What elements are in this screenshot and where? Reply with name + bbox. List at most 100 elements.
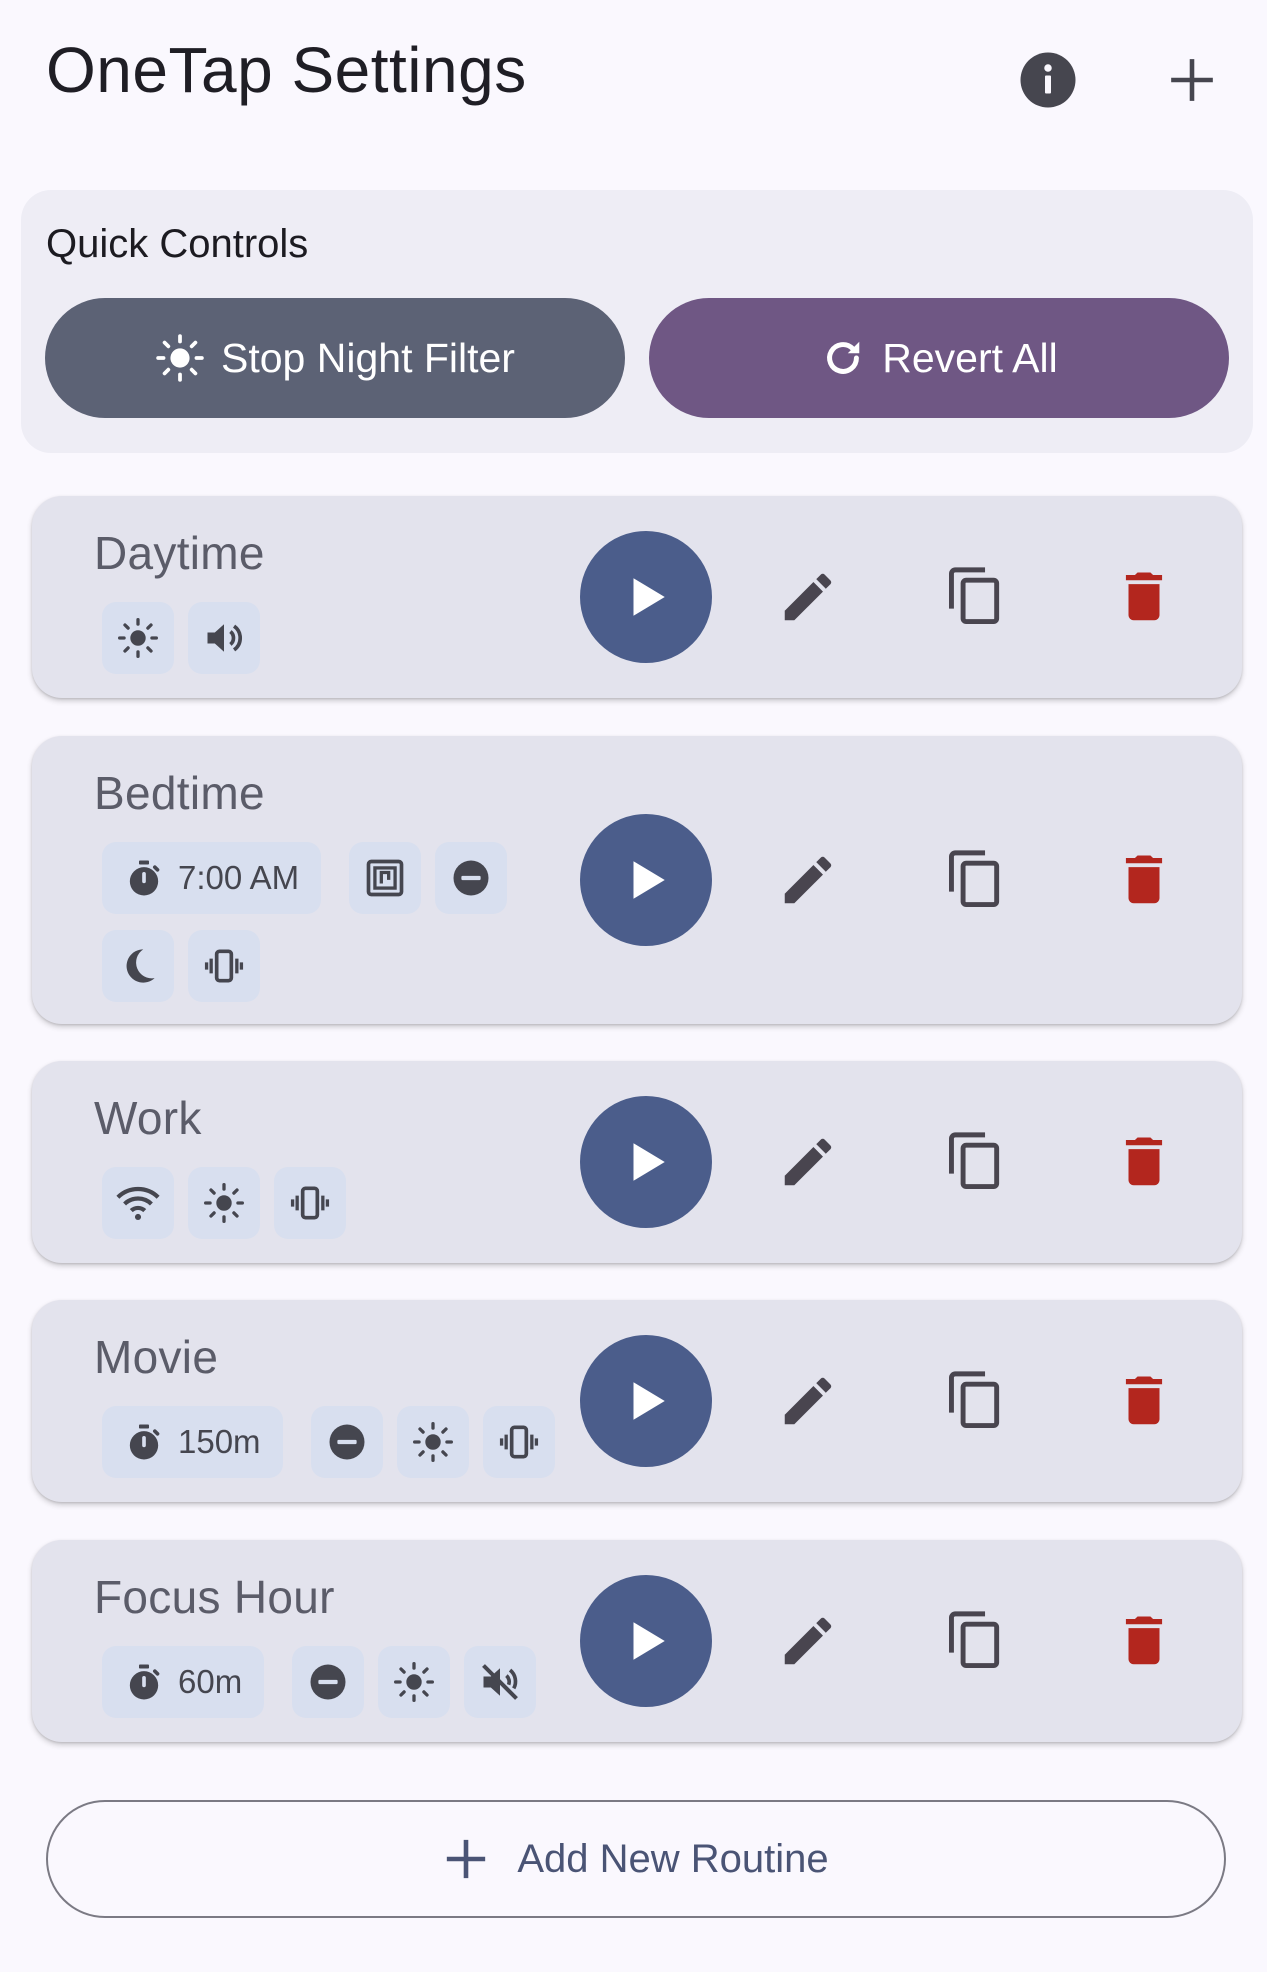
run-routine-button[interactable] <box>580 1575 712 1707</box>
action-chip <box>464 1646 537 1718</box>
run-routine-button[interactable] <box>580 531 712 663</box>
routine-card: Bedtime 7:00 AM <box>32 736 1242 1024</box>
timer-icon <box>124 858 164 898</box>
run-routine-button[interactable] <box>580 814 712 946</box>
pencil-icon <box>784 1617 832 1665</box>
edit-routine-button[interactable] <box>758 547 858 647</box>
duplicate-routine-button[interactable] <box>926 830 1026 930</box>
stop-night-filter-button[interactable]: Stop Night Filter <box>45 298 625 418</box>
wifi-icon <box>115 1180 161 1226</box>
stop-night-filter-label: Stop Night Filter <box>221 334 515 381</box>
revert-all-button[interactable]: Revert All <box>649 298 1229 418</box>
vibrate-icon <box>497 1420 541 1464</box>
add-new-routine-button[interactable]: Add New Routine <box>46 1800 1226 1918</box>
trash-icon <box>1125 1137 1163 1186</box>
edit-routine-button[interactable] <box>758 1112 858 1212</box>
duplicate-routine-button[interactable] <box>926 547 1026 647</box>
routine-card: Focus Hour 60m <box>32 1540 1242 1742</box>
pencil-icon <box>784 1138 832 1186</box>
plus-icon <box>447 1839 486 1879</box>
info-button[interactable] <box>998 30 1098 130</box>
action-chip <box>349 842 422 914</box>
revert-all-label: Revert All <box>882 334 1058 381</box>
delete-routine-button[interactable] <box>1094 1112 1194 1212</box>
routine-action-chips: 150m <box>102 1406 562 1478</box>
brightness-icon <box>202 1181 246 1225</box>
routine-action-chips <box>102 602 562 674</box>
action-chip: 60m <box>102 1646 265 1718</box>
delete-routine-button[interactable] <box>1094 830 1194 930</box>
duplicate-routine-button[interactable] <box>926 1591 1026 1691</box>
add-routine-header-button[interactable] <box>1142 30 1242 130</box>
delete-routine-button[interactable] <box>1094 547 1194 647</box>
routine-name: Focus Hour <box>94 1571 335 1623</box>
pencil-icon <box>784 1377 832 1425</box>
edit-routine-button[interactable] <box>758 1591 858 1691</box>
copy-icon <box>949 1371 1000 1428</box>
edit-routine-button[interactable] <box>758 1351 858 1451</box>
do-not-disturb-icon <box>450 857 492 899</box>
action-chip <box>435 842 508 914</box>
routine-card: Daytime <box>32 496 1242 698</box>
brightness-icon <box>392 1660 436 1704</box>
action-chip <box>102 930 174 1002</box>
action-chip <box>188 1167 260 1239</box>
duplicate-routine-button[interactable] <box>926 1351 1026 1451</box>
routine-card: Movie 150m <box>32 1300 1242 1502</box>
brightness-icon <box>411 1420 455 1464</box>
action-chip <box>188 930 260 1002</box>
routine-name: Movie <box>94 1331 219 1383</box>
info-icon <box>1020 52 1076 108</box>
play-icon <box>633 578 665 616</box>
action-chip <box>292 1646 365 1718</box>
brightness-icon <box>156 334 204 382</box>
do-not-disturb-icon <box>326 1421 368 1463</box>
routine-name: Daytime <box>94 527 265 579</box>
nfc-icon <box>363 856 407 900</box>
pencil-icon <box>784 573 832 621</box>
routine-name: Work <box>94 1092 202 1144</box>
do-not-disturb-icon <box>307 1661 349 1703</box>
action-chip <box>102 1167 174 1239</box>
copy-icon <box>949 1132 1000 1189</box>
action-chip <box>310 1406 383 1478</box>
action-chip <box>482 1406 555 1478</box>
run-routine-button[interactable] <box>580 1335 712 1467</box>
routine-name: Bedtime <box>94 767 265 819</box>
action-chip <box>378 1646 451 1718</box>
routine-action-chips: 7:00 AM <box>102 842 562 1002</box>
copy-icon <box>949 850 1000 907</box>
delete-routine-button[interactable] <box>1094 1591 1194 1691</box>
plus-icon <box>1171 59 1213 101</box>
routine-action-chips <box>102 1167 562 1239</box>
duplicate-routine-button[interactable] <box>926 1112 1026 1212</box>
play-icon <box>633 1382 665 1420</box>
trash-icon <box>1125 855 1163 904</box>
copy-icon <box>949 1611 1000 1668</box>
copy-icon <box>949 567 1000 624</box>
delete-routine-button[interactable] <box>1094 1351 1194 1451</box>
play-icon <box>633 861 665 899</box>
chip-label: 150m <box>178 1423 261 1460</box>
dark-mode-icon <box>117 945 159 987</box>
chip-label: 7:00 AM <box>178 859 300 896</box>
mute-icon <box>478 1660 522 1704</box>
action-chip <box>102 602 174 674</box>
add-new-routine-label: Add New Routine <box>517 1836 829 1881</box>
timer-icon <box>124 1662 164 1702</box>
timer-icon <box>124 1422 164 1462</box>
action-chip <box>188 602 260 674</box>
action-chip: 150m <box>102 1406 283 1478</box>
chip-label: 60m <box>178 1663 243 1700</box>
routine-card: Work <box>32 1061 1242 1263</box>
edit-routine-button[interactable] <box>758 830 858 930</box>
trash-icon <box>1125 572 1163 621</box>
vibrate-icon <box>288 1181 332 1225</box>
run-routine-button[interactable] <box>580 1096 712 1228</box>
trash-icon <box>1125 1376 1163 1425</box>
action-chip <box>274 1167 346 1239</box>
vibrate-icon <box>202 944 246 988</box>
play-icon <box>633 1143 665 1181</box>
play-icon <box>633 1622 665 1660</box>
page-title: OneTap Settings <box>46 34 527 106</box>
